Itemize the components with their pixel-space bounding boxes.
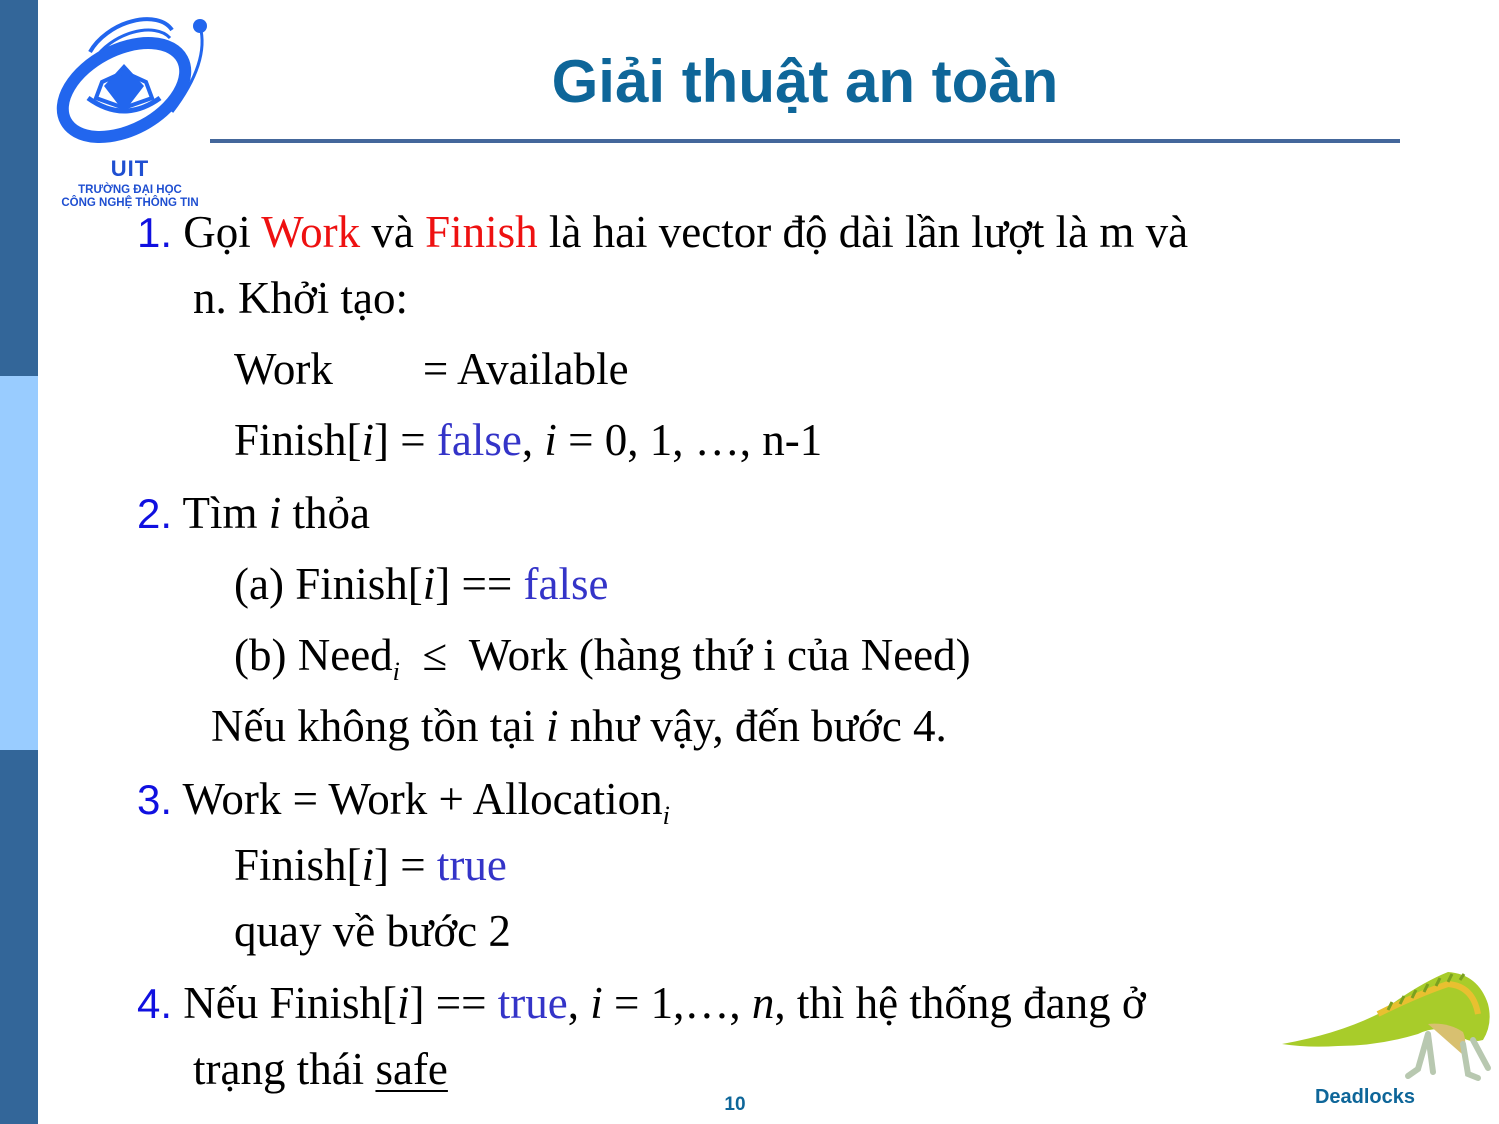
text: ,	[567, 978, 591, 1028]
text: Nếu không tồn tại	[211, 701, 546, 751]
var-i: i	[545, 701, 559, 751]
step-3-finish: Finish[i] = true	[234, 837, 507, 893]
var-i: i	[397, 978, 410, 1028]
step-2-line: 2. Tìm i thỏa	[137, 485, 370, 542]
keyword-finish: Finish	[425, 207, 538, 257]
text: và	[360, 207, 426, 257]
text: Tìm	[172, 488, 269, 538]
page-number: 10	[724, 1094, 746, 1115]
text: ] ==	[435, 559, 524, 609]
text: ,	[521, 415, 545, 465]
step-4-line: 4. Nếu Finish[i] == true, i = 1,…, n, th…	[137, 975, 1146, 1032]
text: Work	[234, 344, 333, 394]
text: = Available	[422, 344, 629, 394]
step-3-number: 3.	[137, 776, 173, 823]
var-i: i	[422, 559, 436, 609]
step-4-number: 4.	[137, 980, 173, 1027]
step-2-else: Nếu không tồn tại i như vậy, đến bước 4.	[211, 698, 947, 754]
step-1-continuation: n. Khởi tạo:	[193, 273, 409, 323]
text: là hai vector độ dài lần lượt là m và	[537, 207, 1189, 257]
step-2-condition-a: (a) Finish[i] == false	[234, 556, 608, 612]
text: ] =	[374, 415, 437, 465]
text: ] =	[374, 840, 437, 890]
sidebar-decoration	[0, 0, 38, 1124]
step-1-line: 1. Gọi Work và Finish là hai vector độ d…	[137, 204, 1188, 261]
dinosaur-mascot-icon	[1282, 972, 1491, 1081]
university-logo: UIT TRƯỜNG ĐẠI HỌC CÔNG NGHỆ THÔNG TIN	[44, 12, 216, 209]
uit-emblem-icon	[56, 17, 207, 143]
text: Nếu Finish[	[172, 978, 398, 1028]
value-false: false	[523, 559, 609, 609]
sidebar-band-top	[0, 0, 38, 376]
step-3-line: 3. Work = Work + Allocationi	[137, 771, 670, 830]
sidebar-band-bottom	[0, 750, 38, 1124]
step-2-number: 2.	[137, 490, 173, 537]
slide-title-text: Giải thuật an toàn	[551, 48, 1059, 115]
var-n: n	[751, 978, 775, 1028]
text: = 1,…,	[602, 978, 752, 1028]
text: trạng thái	[193, 1044, 376, 1094]
subscript-i: i	[392, 657, 400, 686]
step-2-condition-b: (b) Needi ≤ Work (hàng thứ i của Need)	[234, 627, 971, 686]
text: ≤ Work (hàng thứ i của Need)	[399, 630, 971, 680]
step-4-continuation: trạng thái safe	[193, 1041, 448, 1097]
logo-uit-text: UIT	[110, 156, 150, 181]
title-divider	[210, 139, 1400, 143]
sidebar-band-middle	[0, 376, 38, 750]
text: Finish[	[234, 415, 362, 465]
subscript-i: i	[662, 801, 670, 830]
keyword-work: Work	[261, 207, 361, 257]
keyword-safe: safe	[375, 1044, 448, 1094]
footer-chapter-label: Deadlocks	[1314, 1086, 1416, 1108]
step-1-work-init: Work = Available	[234, 341, 629, 397]
text: Gọi	[172, 207, 262, 257]
var-i: i	[361, 415, 375, 465]
var-i: i	[361, 840, 375, 890]
var-i: i	[268, 488, 282, 538]
var-i: i	[590, 978, 603, 1028]
value-false: false	[436, 415, 522, 465]
logo-school-line1: TRƯỜNG ĐẠI HỌC	[78, 184, 182, 196]
var-i: i	[544, 415, 557, 465]
text: Finish[	[234, 840, 362, 890]
text: ] ==	[409, 978, 498, 1028]
step-1-finish-init: Finish[i] = false, i = 0, 1, …, n-1	[234, 412, 822, 468]
value-true: true	[436, 840, 507, 890]
step-3-goto: quay về bước 2	[234, 906, 511, 956]
value-true: true	[497, 978, 568, 1028]
slide-title: Giải thuật an toàn	[210, 44, 1400, 120]
text: Work = Work + Allocation	[172, 774, 663, 824]
text: (b) Need	[234, 630, 393, 680]
text: thỏa	[281, 488, 370, 538]
text: = 0, 1, …, n-1	[556, 415, 823, 465]
step-1-number: 1.	[137, 209, 173, 256]
text: , thì hệ thống đang ở	[774, 978, 1146, 1028]
text: (a) Finish[	[234, 559, 423, 609]
text: như vậy, đến bước 4.	[558, 701, 947, 751]
